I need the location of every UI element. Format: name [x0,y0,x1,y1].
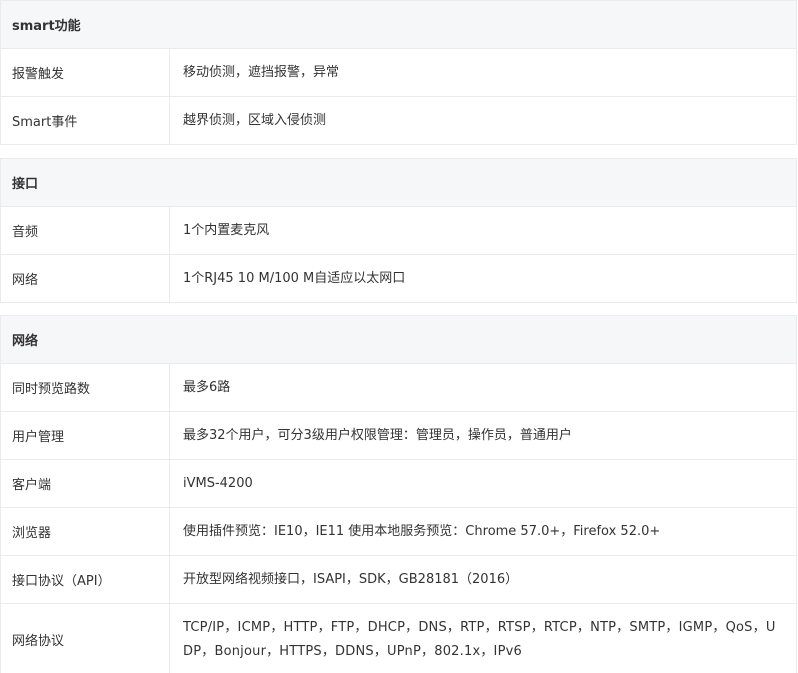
row-label: 用户管理 [1,412,170,459]
section-interface: 接口 音频 1个内置麦克风 网络 1个RJ45 10 M/100 M自适应以太网… [0,158,797,303]
section-title: 接口 [1,159,796,207]
row-value: 1个RJ45 10 M/100 M自适应以太网口 [183,270,406,286]
table-row: 浏览器 使用插件预览：IE10，IE11 使用本地服务预览：Chrome 57.… [1,508,796,556]
row-label: 客户端 [1,460,170,507]
row-label: 接口协议（API） [1,556,170,603]
row-value: 移动侦测，遮挡报警，异常 [183,64,340,80]
section-network: 网络 同时预览路数 最多6路 用户管理 最多32个用户，可分3级用户权限管理：管… [0,315,797,673]
section-title: smart功能 [1,1,796,49]
row-value: 最多32个用户，可分3级用户权限管理：管理员，操作员，普通用户 [183,427,572,443]
row-label: 浏览器 [1,508,170,555]
row-value: iVMS-4200 [183,475,253,491]
row-value: 开放型网络视频接口，ISAPI，SDK，GB28181（2016） [183,571,519,587]
row-label: 报警触发 [1,49,170,96]
table-row: 同时预览路数 最多6路 [1,364,796,412]
row-label: Smart事件 [1,97,170,144]
section-smart: smart功能 报警触发 移动侦测，遮挡报警，异常 Smart事件 越界侦测，区… [0,0,797,145]
table-row: 音频 1个内置麦克风 [1,207,796,255]
section-title: 网络 [1,316,796,364]
row-value: TCP/IP，ICMP，HTTP，FTP，DHCP，DNS，RTP，RTSP，R… [183,619,776,659]
table-row: Smart事件 越界侦测，区域入侵侦测 [1,97,796,145]
row-label: 音频 [1,207,170,254]
table-row: 网络协议 TCP/IP，ICMP，HTTP，FTP，DHCP，DNS，RTP，R… [1,604,796,673]
row-value: 越界侦测，区域入侵侦测 [183,112,327,128]
table-row: 客户端 iVMS-4200 [1,460,796,508]
row-label: 网络协议 [1,604,170,673]
row-value: 使用插件预览：IE10，IE11 使用本地服务预览：Chrome 57.0+，F… [183,523,661,539]
row-value: 1个内置麦克风 [183,222,270,238]
row-label: 网络 [1,255,170,302]
table-row: 报警触发 移动侦测，遮挡报警，异常 [1,49,796,97]
row-label: 同时预览路数 [1,364,170,411]
table-row: 网络 1个RJ45 10 M/100 M自适应以太网口 [1,255,796,303]
spec-table: smart功能 报警触发 移动侦测，遮挡报警，异常 Smart事件 越界侦测，区… [0,0,798,673]
table-row: 用户管理 最多32个用户，可分3级用户权限管理：管理员，操作员，普通用户 [1,412,796,460]
table-row: 接口协议（API） 开放型网络视频接口，ISAPI，SDK，GB28181（20… [1,556,796,604]
row-value: 最多6路 [183,379,231,395]
